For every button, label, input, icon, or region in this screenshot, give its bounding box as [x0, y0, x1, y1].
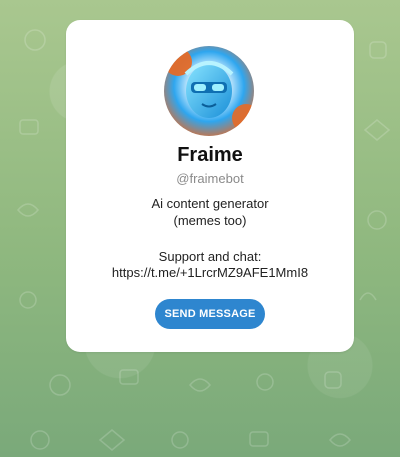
bot-name: Fraime — [177, 144, 243, 166]
description-line-1: Ai content generator — [151, 196, 269, 211]
description-line-2: (memes too) — [173, 213, 247, 228]
support-label: Support and chat: — [158, 249, 262, 264]
robot-face-icon — [164, 46, 254, 136]
bot-avatar[interactable] — [164, 46, 254, 136]
bot-username: @fraimebot — [176, 171, 244, 186]
send-message-button[interactable]: SEND MESSAGE — [155, 299, 265, 329]
bot-info-card: Fraime @fraimebot Ai content generator (… — [66, 20, 354, 352]
support-link[interactable]: https://t.me/+1LrcrMZ9AFE1MmI8 — [66, 265, 354, 280]
